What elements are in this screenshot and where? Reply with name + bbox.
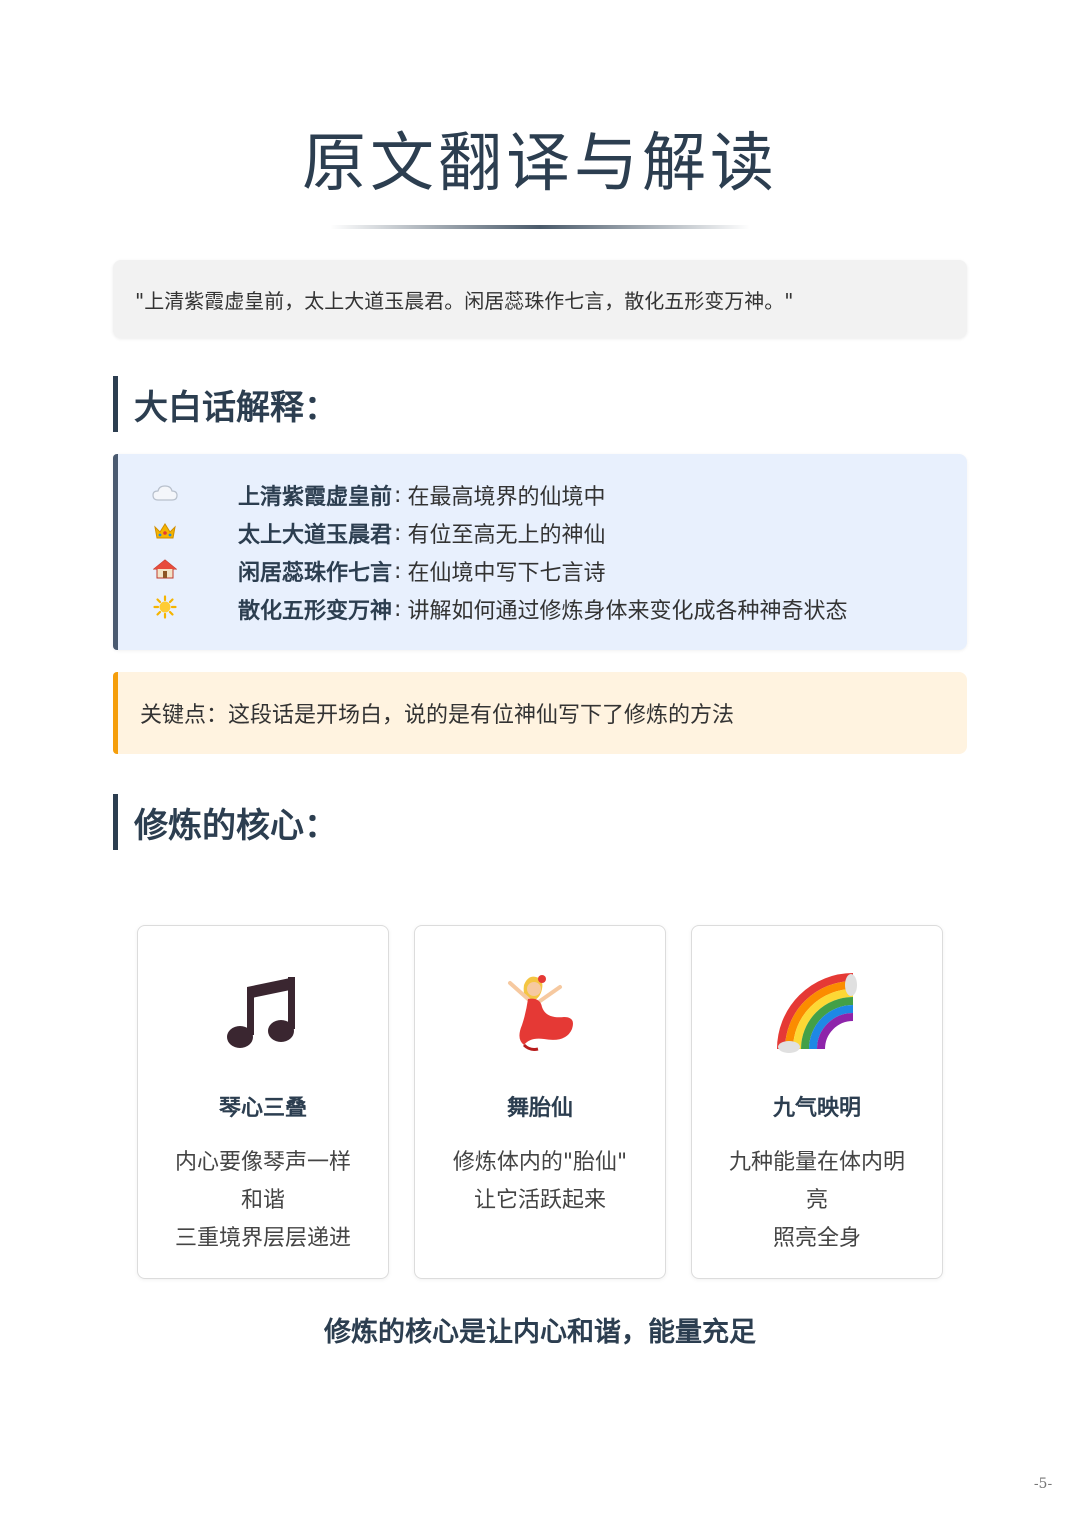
house-icon — [150, 558, 180, 585]
rainbow-icon — [692, 972, 942, 1054]
explain-desc: 在仙境中写下七言诗 — [407, 561, 606, 586]
explain-item: 太上大道玉晨君: 有位至高无上的神仙 — [118, 514, 967, 552]
core-card: 舞胎仙 修炼体内的"胎仙" 让它活跃起来 — [414, 925, 666, 1279]
dancer-icon — [415, 972, 665, 1054]
quote-text: "上清紫霞虚皇前，太上大道玉晨君。闲居蕊珠作七言，散化五形变万神。" — [135, 288, 794, 313]
quote-box: "上清紫霞虚皇前，太上大道玉晨君。闲居蕊珠作七言，散化五形变万神。" — [113, 260, 967, 338]
card-title: 琴心三叠 — [218, 1096, 307, 1121]
key-point-box: 关键点：这段话是开场白，说的是有位神仙写下了修炼的方法 — [113, 672, 967, 754]
crown-icon — [150, 521, 180, 546]
explain-term: 上清紫霞虚皇前 — [238, 485, 393, 510]
explain-desc: 讲解如何通过修炼身体来变化成各种神奇状态 — [407, 599, 848, 624]
card-title: 舞胎仙 — [506, 1096, 573, 1121]
explain-desc: 在最高境界的仙境中 — [407, 485, 606, 510]
explanation-box: 上清紫霞虚皇前: 在最高境界的仙境中 太上大道玉晨君: 有位至高无上的神仙 闲居… — [113, 454, 967, 650]
page-title: 原文翻译与解读 — [302, 127, 778, 201]
music-note-icon — [138, 972, 388, 1054]
key-point-text: 关键点：这段话是开场白，说的是有位神仙写下了修炼的方法 — [140, 703, 735, 728]
card-description: 修炼体内的"胎仙" 让它活跃起来 — [452, 1150, 628, 1213]
explain-term: 散化五形变万神 — [238, 599, 393, 624]
explain-term: 闲居蕊珠作七言 — [238, 561, 393, 586]
section-heading-explanation: 大白话解释： — [113, 376, 338, 432]
title-divider — [330, 225, 750, 229]
card-description: 九种能量在体内明 亮 照亮全身 — [728, 1150, 905, 1251]
core-card: 琴心三叠 内心要像琴声一样 和谐 三重境界层层递进 — [137, 925, 389, 1279]
core-card: 九气映明 九种能量在体内明 亮 照亮全身 — [691, 925, 943, 1279]
section-heading-core: 修炼的核心： — [113, 794, 338, 850]
explain-item: 散化五形变万神: 讲解如何通过修炼身体来变化成各种神奇状态 — [118, 590, 967, 628]
explain-item: 闲居蕊珠作七言: 在仙境中写下七言诗 — [118, 552, 967, 590]
page-number: -5- — [1033, 1476, 1053, 1492]
card-description: 内心要像琴声一样 和谐 三重境界层层递进 — [174, 1150, 351, 1251]
explain-desc: 有位至高无上的神仙 — [407, 523, 606, 548]
explain-term: 太上大道玉晨君 — [238, 523, 393, 548]
cloud-icon — [150, 483, 180, 507]
sun-icon — [150, 594, 180, 624]
card-title: 九气映明 — [772, 1096, 861, 1121]
explain-item: 上清紫霞虚皇前: 在最高境界的仙境中 — [118, 476, 967, 514]
summary-text: 修炼的核心是让内心和谐，能量充足 — [324, 1317, 756, 1348]
